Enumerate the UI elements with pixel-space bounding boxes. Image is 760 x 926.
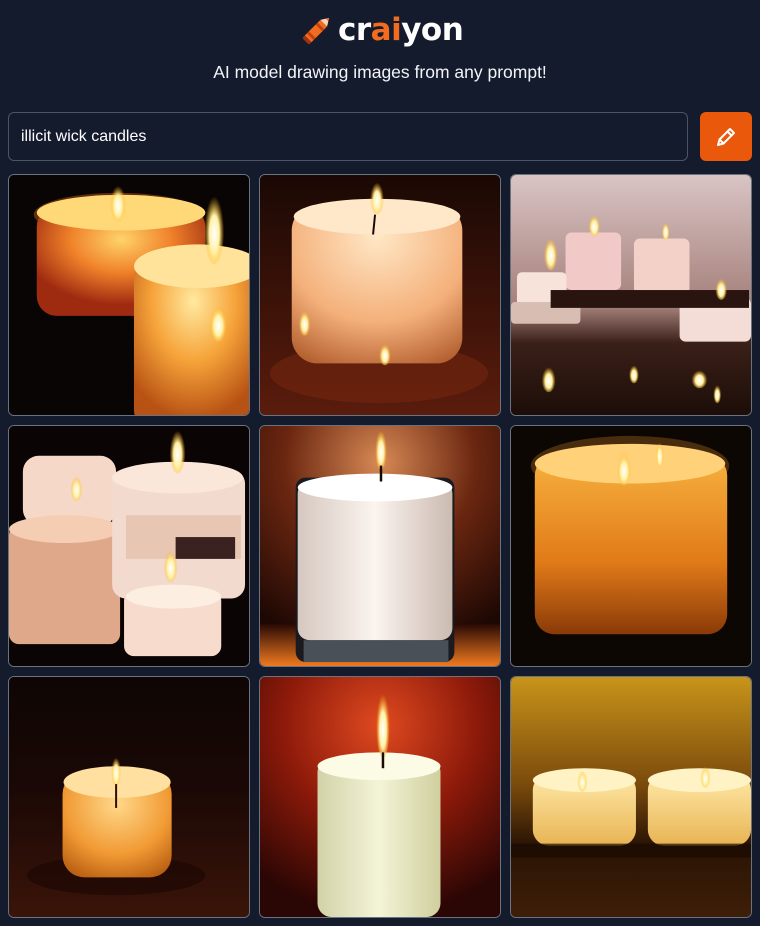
result-image-6[interactable] [510,425,752,667]
draw-button[interactable] [700,112,752,161]
candle-image [9,175,249,415]
logo-text-cr: cr [338,11,371,48]
pencil-icon [717,127,735,146]
results-grid [8,174,752,918]
result-image-2[interactable] [259,174,501,416]
result-image-4[interactable] [8,425,250,667]
result-image-7[interactable] [8,676,250,918]
prompt-input[interactable] [8,112,688,161]
candle-image [511,175,751,415]
logo-text-yon: yon [401,11,464,48]
result-image-3[interactable] [510,174,752,416]
candle-image [511,426,751,666]
candle-image [511,677,751,917]
logo-text: craiyon [338,11,464,48]
craiyon-logo[interactable]: craiyon [298,10,464,50]
candle-image [260,426,500,666]
result-image-5[interactable] [259,425,501,667]
candle-image [260,175,500,415]
result-image-1[interactable] [8,174,250,416]
crayon-logo-icon [302,17,330,45]
candle-image [9,426,249,666]
candle-image [9,677,249,917]
result-image-9[interactable] [510,676,752,918]
candle-image [260,677,500,917]
tagline: AI model drawing images from any prompt! [213,62,547,82]
logo-text-ai: ai [370,11,402,48]
result-image-8[interactable] [259,676,501,918]
header: craiyon AI model drawing images from any… [0,0,760,100]
